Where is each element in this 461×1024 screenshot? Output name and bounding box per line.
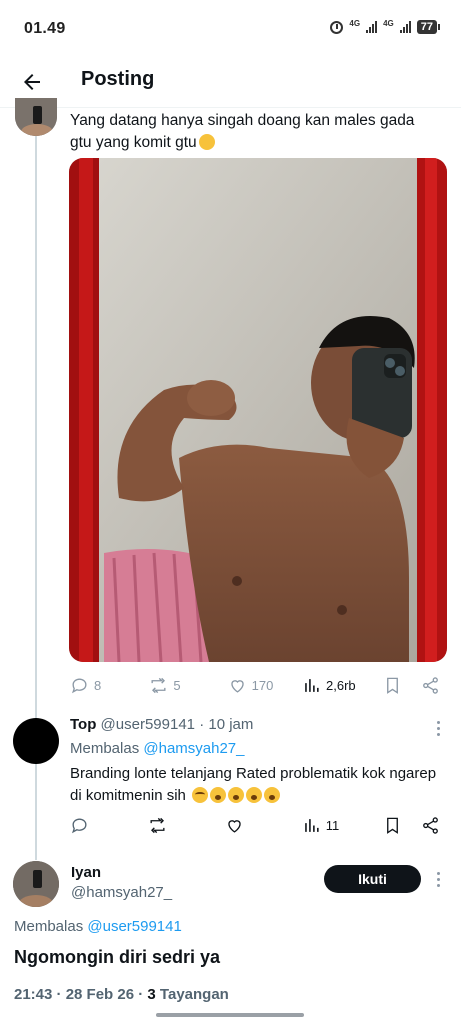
reply-avatar[interactable] xyxy=(13,718,59,764)
bookmark-icon xyxy=(387,817,399,834)
status-bar: 01.49 4G 4G 77 xyxy=(0,0,461,58)
reply-share-button[interactable] xyxy=(421,816,440,835)
home-indicator[interactable] xyxy=(156,1013,304,1017)
reply-header: Top @user599141 · 10 jam xyxy=(70,716,253,733)
main-post-text: Yang datang hanya singah doang kan males… xyxy=(70,112,415,151)
reply-views-count: 11 xyxy=(325,817,340,833)
yawning-face-emoji xyxy=(264,787,281,803)
replying-to-link[interactable]: @user599141 xyxy=(87,918,181,935)
views-button[interactable]: 2,6rb xyxy=(302,676,383,695)
share-icon xyxy=(423,676,438,694)
reply-time: · 10 jam xyxy=(199,716,254,733)
network-type-1: 4G xyxy=(349,18,361,28)
like-button[interactable]: 170 xyxy=(228,676,302,695)
post-photo[interactable] xyxy=(69,158,447,662)
focused-post-text: Ngomongin diri sedri ya xyxy=(14,947,221,967)
reply-author-name[interactable]: Top xyxy=(70,716,96,733)
focused-replying-to: Membalas @user599141 xyxy=(14,918,182,935)
post-views-label: Tayangan xyxy=(159,986,229,1003)
focused-author-name[interactable]: Iyan xyxy=(71,864,101,881)
views-count: 2,6rb xyxy=(326,677,356,693)
reply-actions: 11 xyxy=(70,813,440,837)
alarm-icon xyxy=(330,20,344,34)
replying-to-link[interactable]: @hamsyah27_ xyxy=(143,740,244,757)
yawning-face-emoji xyxy=(210,787,227,803)
heart-icon xyxy=(230,679,244,693)
bookmark-icon xyxy=(387,677,399,694)
tired-face-emoji xyxy=(198,134,215,150)
back-arrow-icon[interactable] xyxy=(20,70,44,94)
share-icon xyxy=(423,816,438,834)
analytics-icon xyxy=(304,818,319,832)
signal-icon xyxy=(366,21,378,33)
reply-text: Branding lonte telanjang Rated problemat… xyxy=(70,765,437,804)
bookmark-button[interactable] xyxy=(383,676,421,695)
clock: 01.49 xyxy=(24,20,66,37)
repost-button[interactable]: 5 xyxy=(149,676,227,695)
post-timestamp: 21:43 · 28 Feb 26 · xyxy=(14,986,144,1003)
yawning-face-emoji xyxy=(228,787,245,803)
focused-post-meta: 21:43 · 28 Feb 26 · 3 Tayangan xyxy=(14,986,229,1003)
repost-count: 5 xyxy=(173,677,181,693)
focused-author-handle[interactable]: @hamsyah27_ xyxy=(71,884,172,901)
main-post-actions: 8 5 170 2,6rb xyxy=(70,673,440,697)
replying-label: Membalas xyxy=(14,918,84,935)
reply-repost-button[interactable] xyxy=(148,816,226,835)
reply-icon xyxy=(71,677,87,693)
reply-icon xyxy=(71,817,87,833)
status-icons: 4G 4G 77 xyxy=(330,18,441,34)
reply-like-button[interactable] xyxy=(225,816,302,835)
focused-author-avatar[interactable] xyxy=(13,861,59,907)
repost-icon xyxy=(150,817,165,833)
repost-icon xyxy=(151,677,166,693)
share-button[interactable] xyxy=(421,676,440,695)
reply-button[interactable]: 8 xyxy=(70,676,149,695)
post-views-count: 3 xyxy=(147,986,156,1003)
follow-button[interactable]: Ikuti xyxy=(324,865,421,893)
analytics-icon xyxy=(305,678,319,692)
network-type-2: 4G xyxy=(383,18,394,28)
more-options-icon[interactable] xyxy=(437,872,441,887)
signal-icon-2 xyxy=(399,21,411,33)
reply-bookmark-button[interactable] xyxy=(383,816,421,835)
reply-views-button[interactable]: 11 xyxy=(302,816,384,835)
battery-icon: 77 xyxy=(416,20,441,34)
top-app-bar: Posting xyxy=(0,58,461,108)
reply-reply-button[interactable] xyxy=(70,816,148,835)
reply-author-handle[interactable]: @user599141 xyxy=(101,716,195,733)
author-avatar[interactable] xyxy=(15,98,57,136)
reply-replying-to: Membalas @hamsyah27_ xyxy=(70,740,245,757)
reply-count: 8 xyxy=(94,677,102,693)
eye-roll-emoji xyxy=(192,787,209,803)
yawning-face-emoji xyxy=(246,787,263,803)
replying-label: Membalas xyxy=(70,740,140,757)
heart-icon xyxy=(228,819,241,833)
more-options-icon[interactable] xyxy=(437,721,441,736)
page-title: Posting xyxy=(81,68,155,90)
like-count: 170 xyxy=(251,677,274,693)
